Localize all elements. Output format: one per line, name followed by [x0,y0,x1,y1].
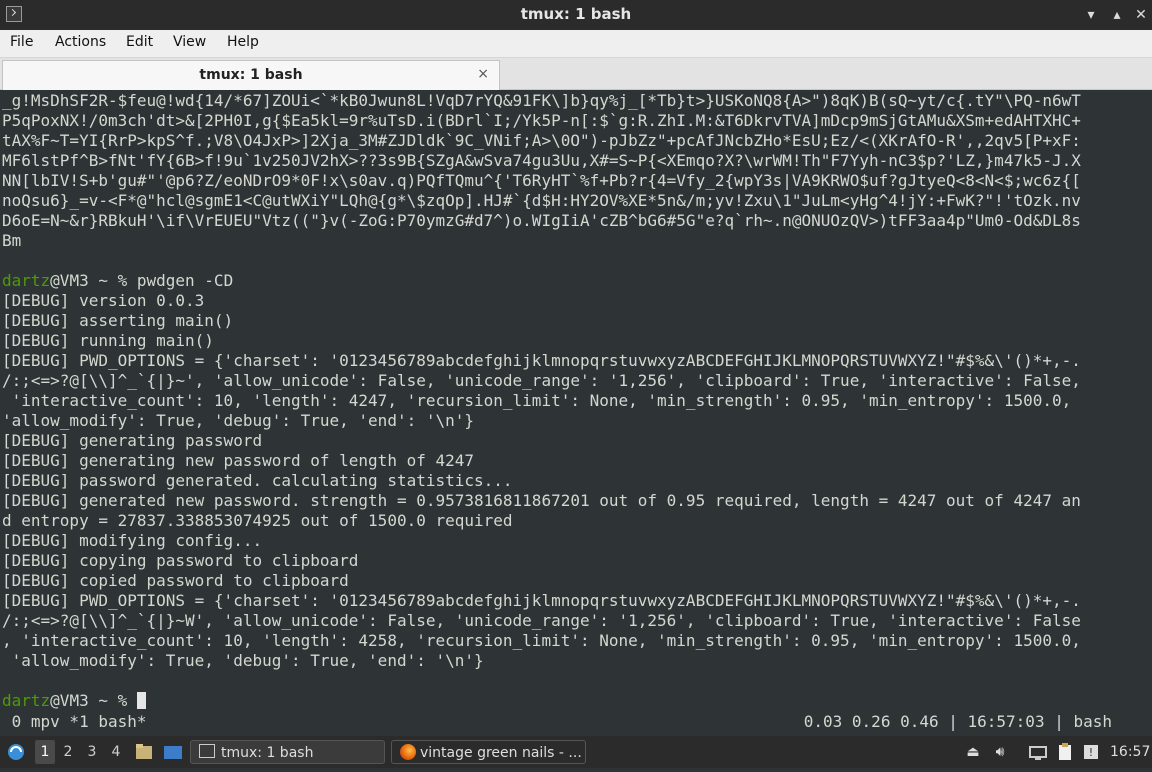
tab-label: tmux: 1 bash [199,67,303,83]
terminal-line: NN[lbIV!S+b'gu#"'@p6?Z/eoNDrO9*0F!x\s0av… [2,171,1081,190]
task-firefox[interactable]: vintage green nails - ... [391,740,586,764]
terminal-line: [DEBUG] password generated. calculating … [2,471,513,490]
maximize-icon[interactable]: ▴ [1106,4,1128,26]
menu-view[interactable]: View [173,34,206,50]
window-titlebar[interactable]: tmux: 1 bash ▾ ▴ ✕ [0,0,1152,30]
tab-close-icon[interactable]: × [477,66,489,82]
prompt-text: @VM3 ~ % [50,691,137,710]
notifications-icon[interactable]: ! [1080,740,1102,764]
terminal-line: [DEBUG] modifying config... [2,531,263,550]
terminal-line: [DEBUG] generating password [2,431,263,450]
terminal-line: 'interactive_count': 10, 'length': 4247,… [2,391,1072,410]
terminal-icon [199,744,215,758]
clock[interactable]: 16:57 [1110,740,1150,764]
prompt-text: @VM3 ~ % pwdgen -CD [50,271,234,290]
file-manager-icon[interactable] [134,740,154,764]
terminal-line: , 'interactive_count': 10, 'length': 425… [2,631,1081,650]
workspace-4[interactable]: 4 [106,740,126,764]
volume-icon[interactable]: 🔊︎ [989,740,1011,764]
firefox-icon [400,744,416,760]
show-desktop-icon[interactable] [162,740,184,764]
terminal-line: 'allow_modify': True, 'debug': True, 'en… [2,411,475,430]
terminal-line: dartz@VM3 ~ % [2,691,1152,711]
menubar: File Actions Edit View Help [0,30,1152,58]
close-icon[interactable]: ✕ [1130,4,1152,26]
menu-edit[interactable]: Edit [126,34,153,50]
terminal-line: [DEBUG] copying password to clipboard [2,551,359,570]
clipboard-icon[interactable] [1054,740,1076,764]
tab-strip: tmux: 1 bash × [0,58,1152,90]
terminal-line: [DEBUG] generated new password. strength… [2,491,1081,510]
menu-help[interactable]: Help [227,34,259,50]
menu-file[interactable]: File [10,34,33,50]
terminal-cursor [136,692,146,709]
prompt-user: dartz [2,271,51,290]
terminal-line: tAX%F~T=YI{RrP>kpS^f.;V8\O4JxP>]2Xja_3M#… [2,131,1081,150]
terminal-area[interactable]: _g!MsDhSF2R-$feu@!wd{14/*67]ZOUi<`*kB0Jw… [0,90,1152,732]
terminal-line: /:;<=>?@[\\]^_`{|}~', 'allow_unicode': F… [2,371,1081,390]
tab-tmux[interactable]: tmux: 1 bash × [2,60,500,90]
terminal-line: Bm [2,231,22,250]
terminal-line: /:;<=>?@[\\]^_`{|}~W', 'allow_unicode': … [2,611,1081,630]
terminal-line: [DEBUG] copied password to clipboard [2,571,349,590]
start-menu-icon[interactable] [5,740,27,764]
tmux-status-bar: 0 mpv *1 bash* 0.03 0.26 0.46 | 16:57:03… [0,712,1152,732]
task-tmux[interactable]: tmux: 1 bash [190,740,385,764]
terminal-line: [DEBUG] generating new password of lengt… [2,451,475,470]
terminal-line: [DEBUG] version 0.0.3 [2,291,205,310]
task-tmux-label: tmux: 1 bash [221,745,314,761]
terminal-line: 'allow_modify': True, 'debug': True, 'en… [2,651,484,670]
terminal-line: [DEBUG] PWD_OPTIONS = {'charset': '01234… [2,351,1081,370]
terminal-line: d entropy = 27837.338853074925 out of 15… [2,511,513,530]
terminal-line: D6oE=N~&r}RBkuH'\if\VrEUEU"Vtz(("}v(-ZoG… [2,211,1081,230]
network-icon[interactable] [1027,740,1049,764]
tmux-status-right: 0.03 0.26 0.46 | 16:57:03 | bash [803,712,1112,731]
terminal-line: [DEBUG] PWD_OPTIONS = {'charset': '01234… [2,591,1081,610]
svg-text:!: ! [1089,746,1093,759]
terminal-line: dartz@VM3 ~ % pwdgen -CD [2,271,1152,291]
workspace-2[interactable]: 2 [58,740,78,764]
task-firefox-label: vintage green nails - ... [420,745,582,761]
workspace-1[interactable]: 1 [35,740,55,764]
terminal-line: P5qPoxNX!/0m3ch'dt>&[2PH0I,g{$Ea5kl=9r%u… [2,111,1081,130]
terminal-line: [DEBUG] asserting main() [2,311,234,330]
minimize-icon[interactable]: ▾ [1080,4,1102,26]
workspace-3[interactable]: 3 [82,740,102,764]
taskbar: 1 2 3 4 tmux: 1 bash vintage green nails… [0,736,1152,768]
terminal-line: noQsu6}_=v-<F*@"hcl@sgmE1<C@utWXiY"LQh@{… [2,191,1081,210]
terminal-line: MF6lstPf^B>fNt'fY{6B>f!9u`1v250JV2hX>??3… [2,151,1081,170]
prompt-user: dartz [2,691,51,710]
window-title: tmux: 1 bash [520,5,632,23]
terminal-output: _g!MsDhSF2R-$feu@!wd{14/*67]ZOUi<`*kB0Jw… [2,91,1152,711]
terminal-line: _g!MsDhSF2R-$feu@!wd{14/*67]ZOUi<`*kB0Jw… [2,91,1081,110]
terminal-line: [DEBUG] running main() [2,331,214,350]
tmux-window-list: 0 mpv *1 bash* [2,712,147,731]
menu-actions[interactable]: Actions [55,34,106,50]
eject-icon[interactable]: ⏏ [962,740,984,764]
